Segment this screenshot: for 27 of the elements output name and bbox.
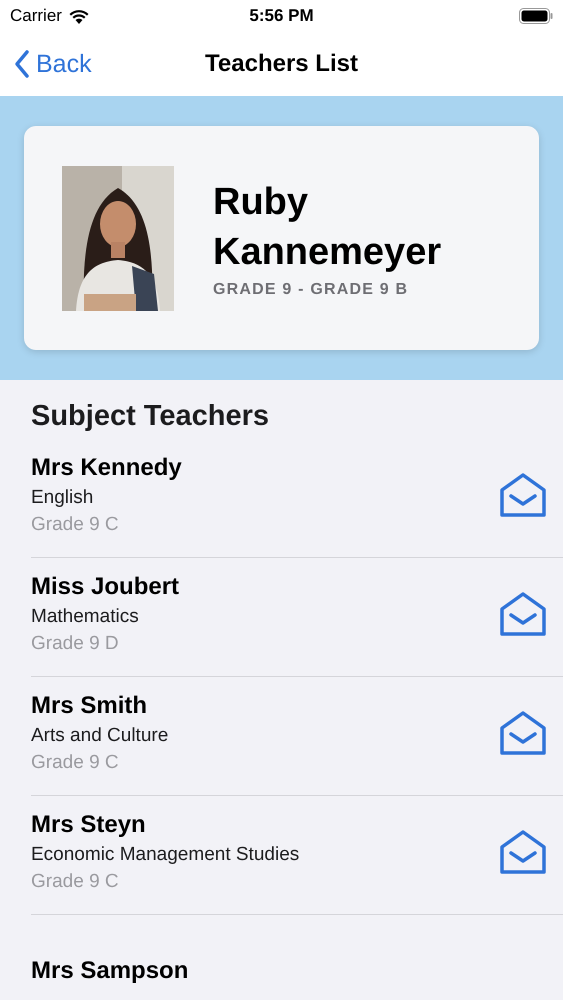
teacher-class: Grade 9 C	[31, 871, 120, 893]
teacher-name: Mrs Smith	[31, 692, 148, 720]
teacher-class: Grade 9 C	[31, 752, 120, 774]
chevron-left-icon	[14, 49, 30, 79]
student-name: Ruby Kannemeyer	[213, 180, 442, 275]
teacher-name: Mrs Steyn	[31, 811, 147, 839]
teacher-name: Miss Joubert	[31, 573, 180, 601]
teacher-name: Mrs Kennedy	[31, 454, 183, 482]
teacher-name: Mrs Sampson	[31, 957, 190, 985]
battery-icon	[519, 8, 553, 24]
mail-icon[interactable]	[499, 472, 547, 518]
status-time: 5:56 PM	[248, 6, 315, 26]
teacher-subject: Economic Management Studies	[31, 844, 300, 866]
student-class: GRADE 9 - GRADE 9 B	[213, 281, 410, 299]
mail-icon[interactable]	[499, 591, 547, 637]
teacher-subject: Mathematics	[31, 606, 140, 628]
carrier-label: Carrier	[10, 6, 62, 26]
teacher-class: Grade 9 D	[31, 633, 120, 655]
screen-title: Teachers List	[205, 50, 358, 78]
teacher-class: Grade 9 C	[31, 514, 120, 536]
mail-icon[interactable]	[499, 710, 547, 756]
teacher-subject: Arts and Culture	[31, 725, 170, 747]
section-title: Subject Teachers	[31, 400, 270, 433]
wifi-icon	[68, 8, 90, 24]
mail-icon[interactable]	[499, 829, 547, 875]
back-button[interactable]: Back	[0, 49, 92, 79]
teacher-subject: English	[31, 487, 94, 509]
